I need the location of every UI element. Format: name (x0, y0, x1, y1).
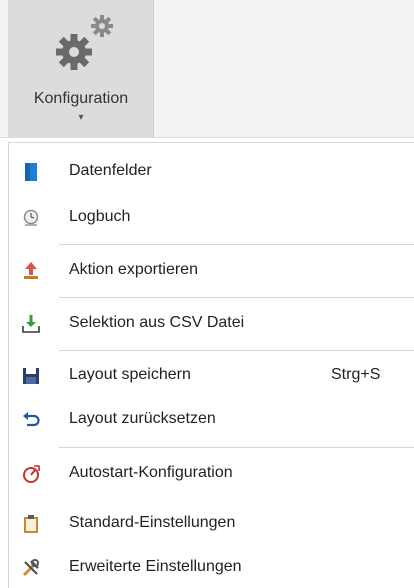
menu-divider (59, 244, 414, 245)
menu-item-selektion-csv[interactable]: Selektion aus CSV Datei (9, 305, 414, 343)
shortcut-label: Strg+S (331, 366, 381, 383)
autostart-icon (21, 464, 41, 484)
tools-icon (21, 558, 41, 578)
logbook-icon (21, 208, 41, 228)
menu-item-label: Erweiterte Einstellungen (69, 558, 242, 575)
menu-item-layout-zuruecksetzen[interactable]: Layout zurücksetzen (9, 401, 414, 439)
undo-icon (21, 410, 41, 430)
menu-divider (59, 297, 414, 298)
menu-item-label: Layout speichern (69, 366, 191, 383)
save-icon (21, 366, 41, 386)
konfiguration-label: Konfiguration (33, 90, 129, 107)
menu-divider (59, 447, 414, 448)
gears-icon (52, 8, 122, 78)
import-icon (21, 314, 41, 334)
menu-item-layout-speichern[interactable]: Layout speichern Strg+S (9, 357, 414, 395)
konfiguration-button[interactable]: Konfiguration ▾ (8, 0, 154, 138)
menu-item-autostart-konfiguration[interactable]: Autostart-Konfiguration (9, 455, 414, 493)
menu-item-logbuch[interactable]: Logbuch (9, 199, 414, 237)
menu-item-datenfelder[interactable]: Datenfelder (9, 153, 414, 191)
menu-item-label: Layout zurücksetzen (69, 410, 216, 427)
menu-item-label: Aktion exportieren (69, 261, 198, 278)
menu-item-label: Autostart-Konfiguration (69, 464, 233, 481)
menu-item-label: Selektion aus CSV Datei (69, 314, 245, 331)
konfiguration-menu: Datenfelder Logbuch Aktion exportieren S… (8, 142, 414, 588)
clipboard-icon (21, 514, 41, 534)
menu-item-label: Logbuch (69, 208, 131, 225)
menu-item-standard-einstellungen[interactable]: Standard-Einstellungen (9, 505, 414, 543)
ribbon: Konfiguration ▾ (0, 0, 414, 138)
menu-item-aktion-exportieren[interactable]: Aktion exportieren (9, 252, 414, 290)
menu-item-erweiterte-einstellungen[interactable]: Erweiterte Einstellungen (9, 549, 414, 587)
menu-item-label: Datenfelder (69, 162, 152, 179)
menu-item-label: Standard-Einstellungen (69, 514, 236, 531)
export-icon (21, 261, 41, 281)
chevron-down-icon: ▾ (78, 112, 84, 123)
database-icon (21, 162, 41, 182)
menu-divider (59, 350, 414, 351)
